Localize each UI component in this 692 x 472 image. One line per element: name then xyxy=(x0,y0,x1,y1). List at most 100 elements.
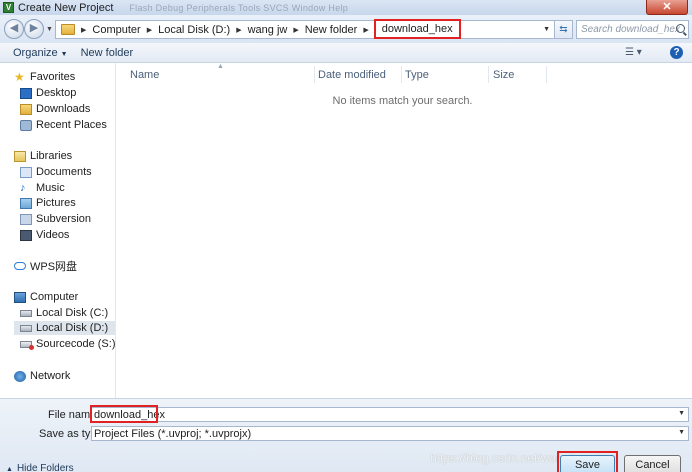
nav-music-label: Music xyxy=(36,182,65,194)
subversion-icon xyxy=(20,213,32,225)
save-highlight-box xyxy=(557,451,618,472)
nav-documents[interactable]: Documents xyxy=(20,165,92,179)
chevron-down-icon[interactable]: ▼ xyxy=(678,410,685,417)
disk-icon xyxy=(20,324,32,332)
videos-icon xyxy=(20,229,32,241)
cancel-button[interactable]: Cancel xyxy=(624,455,681,472)
nav-sourcecode-label: Sourcecode (S:) xyxy=(36,338,116,350)
nav-downloads[interactable]: Downloads xyxy=(20,102,90,116)
star-icon: ★ xyxy=(14,69,25,84)
disk-icon xyxy=(20,309,32,317)
nav-local-disk-d-label: Local Disk (D:) xyxy=(36,322,109,334)
nav-documents-label: Documents xyxy=(36,166,92,178)
column-divider[interactable] xyxy=(401,66,402,83)
music-icon: ♪ xyxy=(20,181,26,194)
column-divider[interactable] xyxy=(488,66,489,83)
nav-local-disk-c-label: Local Disk (C:) xyxy=(36,307,109,319)
organize-button[interactable]: Organize ▼ xyxy=(13,47,68,59)
hide-folders-label: Hide Folders xyxy=(16,463,74,472)
downloads-folder-icon xyxy=(20,103,32,115)
nav-libraries[interactable]: Libraries xyxy=(14,149,72,163)
nav-wps-cloud[interactable]: WPS网盘 xyxy=(14,259,77,273)
chevron-right-icon[interactable]: ▶ xyxy=(293,26,298,34)
nav-desktop[interactable]: Desktop xyxy=(20,86,76,100)
network-drive-icon xyxy=(20,340,34,350)
column-date-modified[interactable]: Date modified xyxy=(318,69,386,81)
new-folder-button[interactable]: New folder xyxy=(81,47,134,59)
chevron-right-icon[interactable]: ▶ xyxy=(147,26,152,34)
history-dropdown-icon[interactable]: ▼ xyxy=(46,26,53,33)
hide-folders-toggle[interactable]: ▲ Hide Folders xyxy=(6,463,74,472)
back-button[interactable]: ◀ xyxy=(4,19,24,39)
search-placeholder: Search download_hex xyxy=(581,24,680,35)
command-toolbar: Organize ▼ New folder ☰ ▾ ? xyxy=(0,43,692,63)
folder-icon xyxy=(61,24,75,35)
recent-places-icon xyxy=(20,119,32,131)
column-size[interactable]: Size xyxy=(493,69,514,81)
app-icon: V xyxy=(3,2,14,13)
column-divider[interactable] xyxy=(546,66,547,83)
nav-videos[interactable]: Videos xyxy=(20,228,69,242)
close-button[interactable]: ✕ xyxy=(646,0,688,15)
libraries-icon xyxy=(14,150,26,162)
nav-local-disk-c[interactable]: Local Disk (C:) xyxy=(20,306,108,320)
save-panel: File name: download_hex ▼ Save as type: … xyxy=(0,398,692,472)
breadcrumb-download-hex[interactable]: download_hex xyxy=(373,19,461,39)
search-input[interactable]: Search download_hex xyxy=(576,20,689,39)
refresh-button[interactable]: ⇆ xyxy=(555,20,573,39)
nav-pictures[interactable]: Pictures xyxy=(20,196,76,210)
address-dropdown-icon[interactable]: ▼ xyxy=(543,26,550,33)
file-list[interactable]: ▲ Name Date modified Type Size No items … xyxy=(116,63,692,398)
breadcrumb-new-folder[interactable]: New folder xyxy=(305,24,358,36)
forward-button[interactable]: ▶ xyxy=(24,19,44,39)
chevron-down-icon[interactable]: ▼ xyxy=(678,429,685,436)
desktop-icon xyxy=(20,87,32,99)
title-bar: V Create New Project Flash Debug Periphe… xyxy=(0,0,692,15)
nav-subversion[interactable]: Subversion xyxy=(20,212,91,226)
breadcrumb-local-disk-d[interactable]: Local Disk (D:) xyxy=(158,24,230,36)
column-divider[interactable] xyxy=(314,66,315,83)
cloud-icon xyxy=(14,262,26,270)
nav-recent-places[interactable]: Recent Places xyxy=(20,118,107,132)
address-bar[interactable]: ▶ Computer ▶ Local Disk (D:) ▶ wang jw ▶… xyxy=(55,19,555,39)
nav-downloads-label: Downloads xyxy=(36,103,91,115)
chevron-down-icon: ▼ xyxy=(60,50,68,58)
nav-computer-label: Computer xyxy=(30,291,79,303)
chevron-up-icon: ▲ xyxy=(6,466,13,472)
nav-network-label: Network xyxy=(30,370,71,382)
chevron-right-icon[interactable]: ▶ xyxy=(363,26,368,34)
column-name[interactable]: Name xyxy=(130,69,159,81)
background-menu-ghost: Flash Debug Peripherals Tools SVCS Windo… xyxy=(129,2,349,13)
sort-arrow-icon: ▲ xyxy=(217,63,224,70)
chevron-right-icon[interactable]: ▶ xyxy=(236,26,241,34)
nav-desktop-label: Desktop xyxy=(36,87,77,99)
nav-favorites[interactable]: ★ Favorites xyxy=(14,70,75,84)
help-icon[interactable]: ? xyxy=(670,46,683,59)
nav-favorites-label: Favorites xyxy=(30,71,76,83)
chevron-right-icon[interactable]: ▶ xyxy=(81,26,86,34)
nav-music[interactable]: ♪ Music xyxy=(20,181,65,195)
nav-libraries-label: Libraries xyxy=(30,150,73,162)
savetype-value: Project Files (*.uvproj; *.uvprojx) xyxy=(94,427,252,440)
column-type[interactable]: Type xyxy=(405,69,429,81)
filename-highlight-box xyxy=(90,405,158,423)
nav-sourcecode-s[interactable]: Sourcecode (S:) xyxy=(20,337,115,351)
navigation-pane: ★ Favorites Desktop Downloads Recent Plac… xyxy=(0,63,116,398)
view-options-icon[interactable]: ☰ ▾ xyxy=(625,47,642,58)
computer-icon xyxy=(14,291,26,303)
empty-message: No items match your search. xyxy=(332,95,473,107)
nav-recent-places-label: Recent Places xyxy=(36,119,107,131)
nav-local-disk-d[interactable]: Local Disk (D:) xyxy=(14,321,115,335)
pictures-icon xyxy=(20,197,32,209)
nav-pictures-label: Pictures xyxy=(36,197,76,209)
search-icon xyxy=(676,24,685,33)
filename-input[interactable]: download_hex ▼ xyxy=(91,407,689,422)
breadcrumb-computer[interactable]: Computer xyxy=(92,24,140,36)
documents-icon xyxy=(20,166,32,178)
address-row: ◀ ▶ ▼ ▶ Computer ▶ Local Disk (D:) ▶ wan… xyxy=(0,15,692,43)
nav-network[interactable]: Network xyxy=(14,369,70,383)
nav-subversion-label: Subversion xyxy=(36,213,92,225)
savetype-select[interactable]: Project Files (*.uvproj; *.uvprojx) ▼ xyxy=(91,426,689,441)
nav-computer[interactable]: Computer xyxy=(14,290,78,304)
breadcrumb-wang-jw[interactable]: wang jw xyxy=(248,24,288,36)
